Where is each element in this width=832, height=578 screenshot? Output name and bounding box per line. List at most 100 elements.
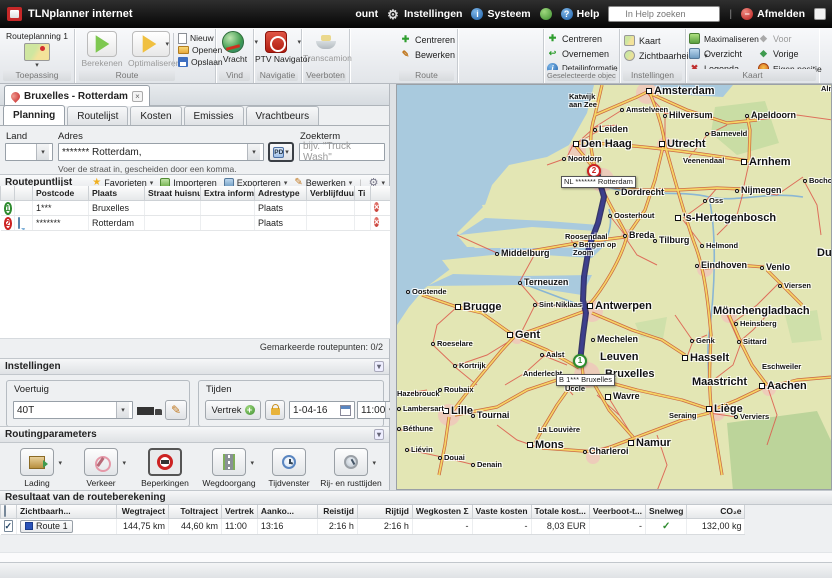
transcamion-button[interactable]: Transcamion: [303, 31, 349, 63]
date-input[interactable]: 1-04-16: [289, 401, 355, 419]
vorige-button[interactable]: Vorige: [758, 46, 822, 61]
delete-waypoint-button[interactable]: ×: [374, 217, 379, 227]
maximaliseren-button[interactable]: Maximaliseren: [689, 31, 759, 46]
col-vaste-kosten[interactable]: Vaste kosten: [472, 505, 531, 518]
vracht-button[interactable]: Vracht: [212, 31, 258, 64]
routeplanning-tab[interactable]: Routeplanning 1: [0, 31, 74, 41]
map-city-label: Oostende: [406, 288, 447, 296]
tab-emissies[interactable]: Emissies: [184, 106, 244, 125]
adres-label: Adres: [58, 131, 83, 142]
tab-vrachtbeurs[interactable]: Vrachtbeurs: [246, 106, 320, 125]
city-circle-icon: [608, 214, 612, 218]
col-reistijd[interactable]: Reistijd: [317, 505, 357, 518]
tab-planning[interactable]: Planning: [3, 105, 65, 125]
map-city-label: Lille: [443, 406, 473, 418]
col-snelweg[interactable]: Snelweg: [645, 505, 686, 518]
tab-routelijst[interactable]: Routelijst: [67, 106, 128, 125]
col-postcode[interactable]: Postcode: [33, 186, 89, 200]
col-plaats[interactable]: Plaats: [89, 186, 145, 200]
ptv-navigator-button[interactable]: PTV Navigator: [255, 31, 301, 64]
voertuig-select[interactable]: 40T: [13, 401, 133, 419]
wegdoorgang-button[interactable]: Wegdoorgang: [198, 448, 260, 488]
statusbar: [0, 562, 832, 578]
overzicht-button[interactable]: Overzicht: [689, 46, 759, 61]
routepunt-row[interactable]: 2 ******* Rotterdam Plaats ×: [1, 215, 391, 230]
col-bubble[interactable]: [15, 186, 33, 200]
lock-time-button[interactable]: [265, 400, 285, 420]
col-verblijfduur[interactable]: Verblijfduur: [307, 186, 355, 200]
route-waypoint-marker[interactable]: 1: [573, 354, 587, 368]
help-menu[interactable]: ?Help: [561, 8, 600, 20]
collapse-icon[interactable]: ▾: [374, 429, 384, 440]
delete-waypoint-button[interactable]: ×: [374, 202, 379, 212]
city-circle-icon: [406, 290, 410, 294]
centreren-route-button[interactable]: Centreren: [400, 32, 455, 47]
map-city-label: Aalst: [540, 351, 564, 359]
group-vind: Vracht Vind: [216, 29, 254, 83]
city-square-icon: [706, 406, 712, 412]
col-wegtraject[interactable]: Wegtraject: [117, 505, 169, 518]
overnemen-button[interactable]: Overnemen: [547, 46, 618, 61]
voor-button[interactable]: Voor: [758, 31, 822, 46]
vertrek-button[interactable]: Vertrek+: [205, 400, 261, 420]
col-totale-kosten[interactable]: Totale kost...: [531, 505, 589, 518]
chevron-down-icon[interactable]: [0, 61, 74, 69]
zoekterm-input[interactable]: bijv. "Truck Wash": [299, 143, 385, 161]
route-chip[interactable]: Route 1: [20, 520, 73, 533]
rij-en-rusttijden-button[interactable]: Rij- en rusttijden: [320, 448, 382, 488]
instellingen-header[interactable]: Instellingen ▾: [0, 358, 389, 375]
col-adrestype[interactable]: Adrestype: [255, 186, 307, 200]
verkeer-button[interactable]: Verkeer: [70, 448, 132, 488]
settings-menu[interactable]: Instellingen: [387, 8, 462, 21]
centreren-object-button[interactable]: Centreren: [547, 31, 618, 46]
system-menu[interactable]: iSysteem: [471, 8, 530, 20]
overview-icon: [689, 48, 700, 59]
col-zichtbaarheid[interactable]: Zichtbaarh...: [17, 505, 117, 518]
window-control[interactable]: [814, 8, 826, 20]
map-view[interactable]: AmsterdamDen HaagUtrechtArnhem's-Hertoge…: [396, 84, 832, 490]
routingparameters-header[interactable]: Routingparameters ▾: [0, 426, 389, 443]
col-select[interactable]: [1, 505, 17, 518]
edit-vehicle-button[interactable]: ✎: [165, 400, 187, 420]
collapse-icon[interactable]: ▾: [374, 361, 384, 372]
col-wegkosten[interactable]: Wegkosten Σ: [412, 505, 472, 518]
lading-button[interactable]: Lading: [6, 448, 68, 488]
routeplanning-icon[interactable]: [24, 43, 50, 61]
comment-bubble-icon[interactable]: [18, 217, 20, 229]
account-menu[interactable]: ount: [355, 8, 378, 20]
route-pin-icon: [9, 90, 22, 103]
document-tabs: Bruxelles - Rotterdam ×: [0, 84, 389, 106]
col-aankomst[interactable]: Aanko...: [257, 505, 317, 518]
col-vertrek[interactable]: Vertrek: [222, 505, 258, 518]
col-straat[interactable]: Straat huisnummer: [145, 186, 201, 200]
tijdvenster-button[interactable]: Tijdvenster: [258, 448, 320, 488]
col-toltraject[interactable]: Toltraject: [169, 505, 222, 518]
map-city-label: Dordrecht: [615, 188, 664, 197]
col-veerboot[interactable]: Veerboot-t...: [589, 505, 645, 518]
result-row[interactable]: ✓ Route 1 144,75 km 44,60 km 11:00 13:16…: [1, 518, 745, 534]
land-label: Land: [6, 131, 27, 142]
land-select[interactable]: [5, 143, 53, 161]
globe-icon[interactable]: [540, 8, 552, 20]
routepunt-row[interactable]: 1 1*** Bruxelles Plaats ×: [1, 200, 391, 215]
col-rijtijd[interactable]: Rijtijd: [357, 505, 412, 518]
col-ti[interactable]: Ti: [355, 186, 371, 200]
col-num[interactable]: [1, 186, 15, 200]
col-extra[interactable]: Extra informatie: [201, 186, 255, 200]
beperkingen-button[interactable]: Beperkingen: [134, 448, 196, 488]
adres-combobox[interactable]: ******* Rotterdam,: [58, 143, 264, 161]
logout-icon: −: [741, 8, 753, 20]
help-search-input[interactable]: [608, 6, 720, 22]
address-search-button[interactable]: PD: [268, 142, 294, 162]
bewerken-route-button[interactable]: Bewerken: [400, 47, 455, 62]
logout-button[interactable]: −Afmelden: [741, 8, 805, 20]
select-all-checkbox[interactable]: [4, 505, 6, 517]
berekenen-button[interactable]: Berekenen: [79, 31, 125, 68]
results-table: Zichtbaarh... Wegtraject Toltraject Vert…: [0, 505, 745, 535]
route-visibility-checkbox[interactable]: ✓: [4, 520, 14, 532]
tab-kosten[interactable]: Kosten: [130, 106, 181, 125]
close-icon[interactable]: ×: [132, 91, 143, 102]
optimaliseren-button[interactable]: Optimaliseren: [128, 31, 174, 68]
document-tab[interactable]: Bruxelles - Rotterdam ×: [4, 85, 150, 106]
col-co2e[interactable]: CO₂e: [687, 505, 745, 518]
